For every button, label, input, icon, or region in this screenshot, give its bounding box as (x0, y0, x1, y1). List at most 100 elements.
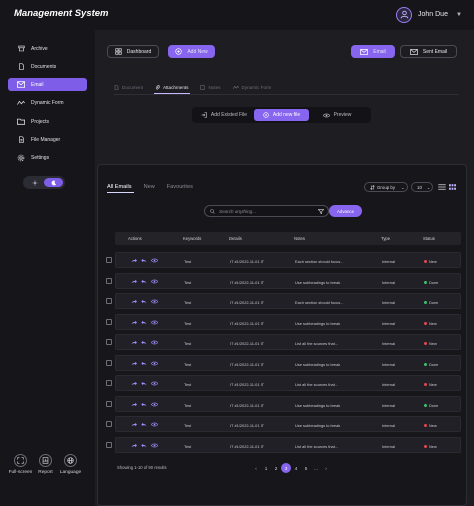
group-by-select[interactable]: Group by ⌄ (364, 182, 408, 192)
reply-all-icon[interactable] (141, 258, 147, 263)
filter-icon[interactable] (318, 208, 324, 214)
reply-all-icon[interactable] (141, 340, 147, 345)
row-checkbox[interactable] (106, 359, 112, 366)
eye-icon[interactable] (151, 381, 158, 386)
sidebar-item-documents[interactable]: Documents (8, 60, 87, 73)
prev-page-button[interactable]: ‹ (251, 463, 261, 473)
search-bar[interactable]: Search anything... (204, 205, 329, 217)
reply-all-icon[interactable] (141, 402, 147, 407)
row-checkbox[interactable] (106, 318, 112, 325)
page-button[interactable]: 4 (291, 463, 301, 473)
reply-all-icon[interactable] (141, 422, 147, 427)
eye-icon[interactable] (151, 340, 158, 345)
theme-dark-option[interactable] (44, 178, 63, 187)
grid-view-icon[interactable] (449, 184, 456, 190)
forward-icon[interactable] (131, 299, 137, 304)
page-button[interactable]: 1 (261, 463, 271, 473)
tab-favourites[interactable]: Favourites (167, 184, 193, 190)
row-checkbox[interactable] (106, 400, 112, 407)
eye-icon[interactable] (151, 422, 158, 427)
reply-all-icon[interactable] (141, 443, 147, 448)
forward-icon[interactable] (131, 320, 137, 325)
row-checkbox[interactable] (106, 257, 112, 263)
report-button[interactable] (39, 454, 52, 467)
forward-icon[interactable] (131, 279, 137, 284)
row-checkbox[interactable] (106, 277, 112, 284)
add-new-file-option[interactable]: Add new file (254, 109, 309, 121)
sidebar-item-label: Projects (31, 118, 50, 125)
tab-all-emails[interactable]: All Emails (107, 184, 132, 190)
status-dot (424, 321, 427, 325)
table-row[interactable]: Test IT #1/2022-11-01 IT Each section shou… (115, 293, 461, 309)
sidebar-item-archive[interactable]: Archive (8, 42, 87, 55)
tab-notes[interactable]: Notes (200, 85, 221, 90)
table-row[interactable]: Test IT #1/2022-11-01 IT Use subheadings t… (115, 354, 461, 371)
tab-document[interactable]: Document (114, 85, 143, 90)
list-view-icon[interactable] (438, 184, 446, 190)
per-page-select[interactable]: 10 ⌄ (411, 182, 433, 192)
table-row[interactable]: Test IT #1/2022-11-01 IT Use subheadings t… (115, 313, 461, 330)
eye-icon[interactable] (151, 361, 158, 366)
table-row[interactable]: Test IT #1/2022-11-01 IT Use subheadings t… (115, 416, 461, 432)
advance-button[interactable]: Advance (329, 205, 362, 217)
page-button[interactable]: 5 (301, 463, 311, 473)
page-button[interactable]: 2 (271, 463, 281, 473)
tab-dynamic-form[interactable]: Dynamic Form (232, 85, 271, 90)
row-checkbox[interactable] (106, 421, 112, 427)
eye-icon[interactable] (151, 402, 158, 407)
sidebar-item-email[interactable]: Email (8, 78, 87, 91)
reply-all-icon[interactable] (141, 320, 147, 325)
forward-icon[interactable] (131, 258, 137, 263)
row-checkbox[interactable] (106, 298, 112, 304)
sidebar-item-file-manager[interactable]: File Manager (8, 133, 87, 146)
forward-icon[interactable] (131, 340, 137, 345)
forward-icon[interactable] (131, 381, 137, 386)
eye-icon[interactable] (151, 320, 158, 325)
language-tool[interactable]: Language (58, 454, 83, 475)
table-row[interactable]: Test IT #1/2022-11-01 IT List all the sour… (115, 436, 461, 453)
sidebar-item-projects[interactable]: Projects (8, 115, 87, 128)
dashboard-button[interactable]: Dashboard (107, 45, 159, 58)
row-checkbox[interactable] (106, 441, 112, 448)
table-row[interactable]: Test IT #1/2022-11-01 IT List all the sour… (115, 375, 461, 391)
next-page-button[interactable]: › (321, 463, 331, 473)
eye-icon[interactable] (151, 258, 158, 263)
eye-icon[interactable] (151, 279, 158, 284)
forward-icon[interactable] (131, 361, 137, 366)
email-button[interactable]: Email (351, 45, 395, 58)
sent-email-button[interactable]: Sent Email (400, 45, 457, 58)
theme-light-option[interactable] (25, 178, 44, 187)
user-menu[interactable]: John Due ▼ (396, 6, 462, 23)
theme-toggle[interactable] (23, 176, 65, 189)
preview-option[interactable]: Preview (309, 109, 365, 121)
forward-icon[interactable] (131, 402, 137, 407)
table-row[interactable]: Test IT #1/2022-11-01 IT Use subheadings t… (115, 395, 461, 412)
report-tool[interactable]: Report (33, 454, 58, 475)
reply-all-icon[interactable] (141, 361, 147, 366)
sidebar-item-dynamic-form[interactable]: Dynamic Form (8, 96, 87, 109)
forward-icon[interactable] (131, 443, 137, 448)
sidebar-item-settings[interactable]: Settings (8, 151, 87, 164)
table-row[interactable]: Test IT #1/2022-11-01 IT Use subheadings t… (115, 272, 461, 289)
eye-icon[interactable] (151, 299, 158, 304)
fullscreen-tool[interactable]: Full-screen (8, 454, 33, 475)
language-button[interactable] (64, 454, 77, 467)
tab-new[interactable]: New (144, 184, 155, 190)
tab-attachments[interactable]: Attachments (155, 85, 188, 90)
forward-icon[interactable] (131, 422, 137, 427)
add-new-button[interactable]: Add New (168, 45, 215, 58)
fullscreen-button[interactable] (14, 454, 27, 467)
eye-icon[interactable] (151, 443, 158, 448)
table-row[interactable]: Test IT #1/2022-11-01 IT Each section shou… (115, 252, 461, 268)
row-checkbox[interactable] (106, 339, 112, 345)
row-checkbox[interactable] (106, 380, 112, 386)
chevron-down-icon[interactable]: ▼ (456, 12, 462, 18)
avatar[interactable] (396, 6, 412, 23)
reply-all-icon[interactable] (141, 299, 147, 304)
reply-all-icon[interactable] (141, 381, 147, 386)
reply-all-icon[interactable] (141, 279, 147, 284)
add-existed-file-option[interactable]: Add Existed File (194, 109, 254, 121)
search-input[interactable]: Search anything... (219, 209, 314, 214)
table-row[interactable]: Test IT #1/2022-11-01 IT List all the sour… (115, 334, 461, 350)
page-button-current[interactable]: 3 (281, 463, 291, 473)
